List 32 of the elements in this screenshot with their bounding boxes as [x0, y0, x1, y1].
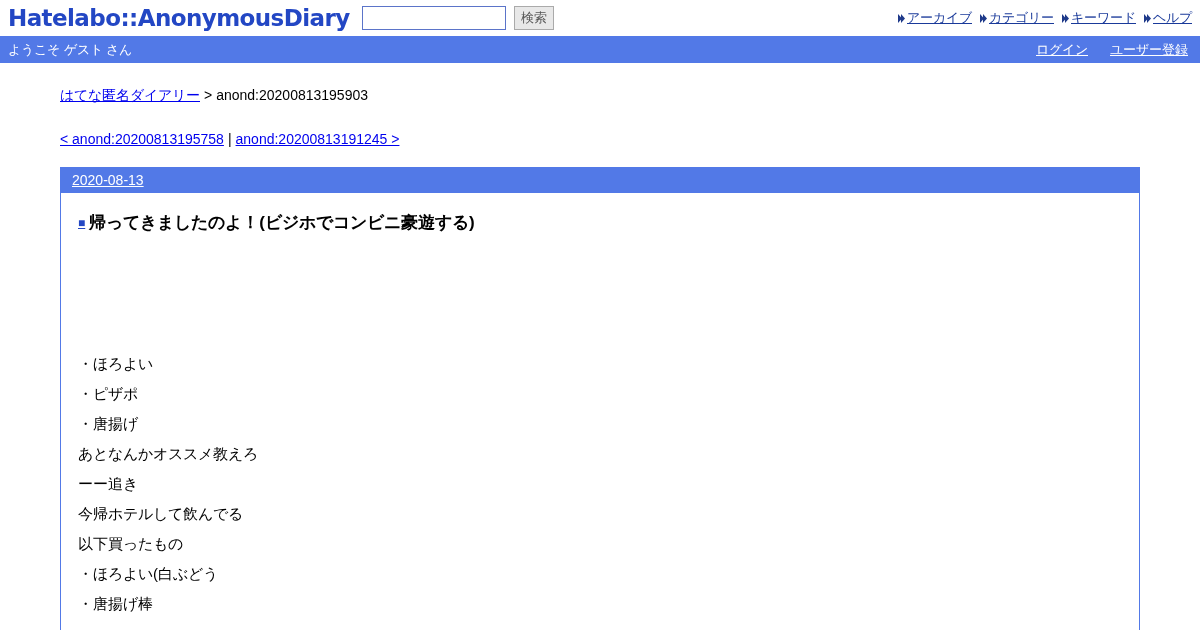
entry-text-line: 以下買ったもの	[78, 533, 184, 554]
entry-text-line: ・唐揚げ	[78, 413, 139, 434]
entry-text-line: ・唐揚げ棒	[78, 593, 154, 614]
entry-text-line: 今帰ホテルして飲んでる	[78, 503, 244, 524]
breadcrumb-current: anond:20200813195903	[216, 86, 368, 105]
entry-permalink[interactable]: ■	[78, 213, 86, 232]
arrow-icon	[980, 13, 987, 23]
entry-text-line: ・ほろよい(白ぶどう	[78, 563, 219, 584]
pager-separator: |	[227, 130, 232, 149]
search-field[interactable]	[361, 6, 506, 30]
nav-link[interactable]: キーワード	[1071, 8, 1136, 28]
entry-text-line: ・ほろよい	[78, 353, 154, 374]
nav-link[interactable]: アーカイブ	[907, 8, 972, 28]
next-entry-link[interactable]: anond:20200813191245 >	[235, 129, 400, 150]
entry-text-line: ・ピザポ	[78, 383, 139, 404]
entry-text-line: ーー追き	[78, 473, 139, 494]
account-link[interactable]: ログイン	[1036, 39, 1088, 60]
prev-entry-link[interactable]: < anond:20200813195758	[60, 129, 224, 150]
arrow-icon	[1062, 13, 1069, 23]
entry-title: 帰ってきましたのよ！(ビジホでコンビニ豪遊する)	[89, 212, 475, 234]
breadcrumb-separator: >	[204, 86, 213, 105]
search-button[interactable]: 検索	[513, 6, 554, 30]
date-link[interactable]: 2020-08-13	[72, 170, 144, 191]
arrow-icon	[898, 13, 905, 23]
arrow-icon	[1144, 13, 1151, 23]
nav-link[interactable]: カテゴリー	[989, 8, 1054, 28]
breadcrumb-link[interactable]: はてな匿名ダイアリー	[60, 85, 200, 106]
entry-text-line: あとなんかオススメ教えろ	[78, 443, 259, 464]
account-link[interactable]: ユーザー登録	[1110, 39, 1188, 60]
nav-link[interactable]: ヘルプ	[1153, 8, 1192, 28]
welcome-text: ようこそ ゲスト さん	[8, 40, 133, 59]
site-logo[interactable]: Hatelabo::AnonymousDiary	[8, 0, 350, 36]
